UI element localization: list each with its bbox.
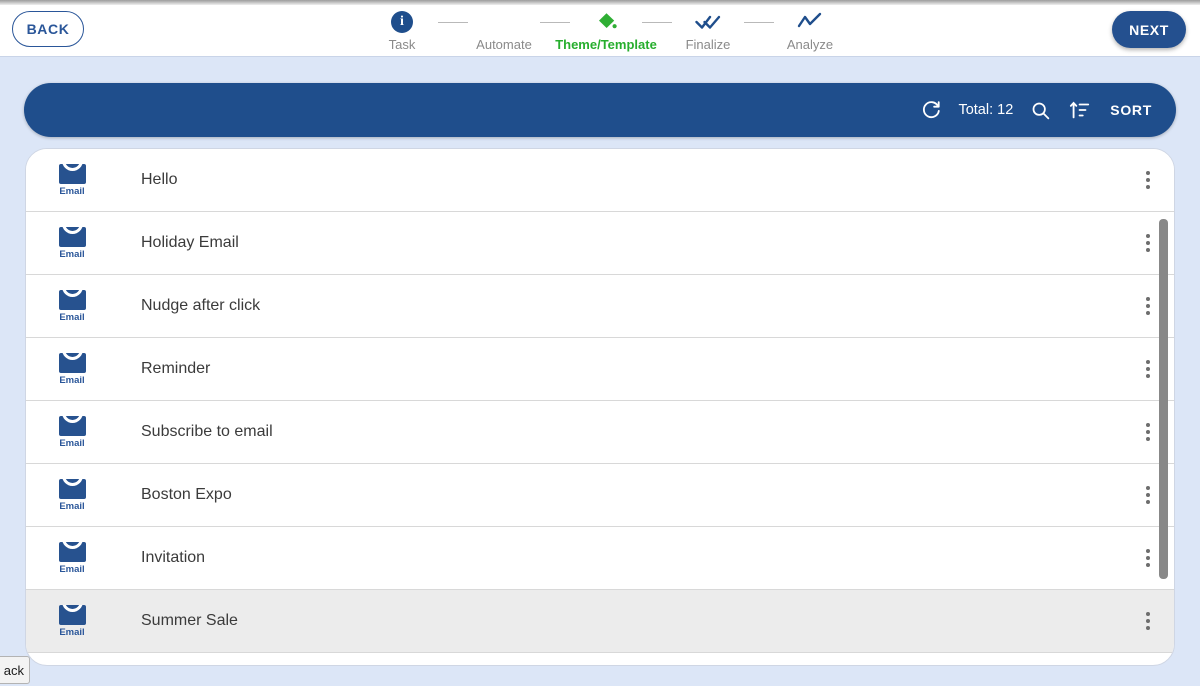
list-item[interactable]: Email Boston Expo [26,464,1174,527]
list-item-type-label: Email [59,374,85,386]
email-type-indicator: Email [26,226,118,260]
stepper-step-finalize[interactable]: Finalize [672,7,744,52]
template-list-scroll-area: Email Email Hello Email Holiday Email Email Nu… [26,149,1174,665]
next-button[interactable]: NEXT [1112,11,1186,48]
info-circle-icon: i [387,9,417,35]
double-check-icon [695,15,721,29]
list-item[interactable]: Email Invitation [26,527,1174,590]
list-item-type-label: Email [59,185,85,197]
stepper-connector [540,22,570,23]
list-item-type-label: Email [59,563,85,575]
list-item[interactable]: Email Subscribe to email [26,401,1174,464]
sort-button[interactable]: SORT [1110,102,1152,118]
list-item[interactable]: Email Holiday Email [26,212,1174,275]
envelope-icon [58,289,86,310]
list-item-title: Reminder [141,360,211,377]
list-item-type-label: Email [59,437,85,449]
list-item-title: Boston Expo [141,486,232,503]
list-item-type-label: Email [59,500,85,512]
list-item-type-label: Email [59,248,85,260]
double-check-icon [693,9,723,35]
stepper-connector [744,22,774,23]
wizard-stepper: i Task Automate Theme/Template Finalize Analy… [366,7,846,57]
stepper-step-label: Task [388,37,416,52]
stepper-step-label: Automate [476,37,532,52]
list-toolbar: Total: 12 SORT [24,83,1176,137]
stepper-connector [438,22,468,23]
browser-back-button[interactable]: ack [0,656,30,684]
list-item-title: Holiday Email [141,234,239,251]
total-count-label: Total: 12 [958,102,1014,118]
email-type-indicator: Email [26,352,118,386]
list-item-type-label: Email [59,311,85,323]
stepper-step-automate[interactable]: Automate [468,7,540,52]
paint-bucket-icon [599,13,617,29]
list-scrollbar[interactable] [1159,151,1168,665]
list-item[interactable]: Email Nudge after click [26,275,1174,338]
list-item-type-label: Email [59,626,85,638]
list-scrollbar-thumb[interactable] [1159,219,1168,579]
stepper-step-theme-template[interactable]: Theme/Template [555,7,657,52]
robot-arm-icon [489,9,519,35]
envelope-icon [58,541,86,562]
paint-bucket-icon [591,9,621,35]
refresh-icon[interactable] [918,97,944,123]
stepper-connector [642,22,672,23]
list-item[interactable]: Email Reminder [26,338,1174,401]
sort-ascending-icon[interactable] [1067,97,1093,123]
envelope-icon [58,604,86,625]
browser-back-label: ack [3,662,24,678]
list-item[interactable]: Email Hello [26,149,1174,212]
stepper-step-task[interactable]: i Task [366,7,438,52]
envelope-icon [58,415,86,436]
next-button-label: NEXT [1129,21,1169,38]
email-type-indicator: Email [26,415,118,449]
info-circle-icon: i [391,11,413,33]
list-item-title: Nudge after click [141,297,261,314]
stepper-step-label: Theme/Template [555,37,657,52]
line-chart-icon [795,9,825,35]
stepper-step-analyze[interactable]: Analyze [774,7,846,52]
email-type-indicator: Email [26,541,118,575]
line-chart-icon [797,12,822,28]
stepper-step-label: Analyze [786,37,834,52]
envelope-icon [58,352,86,373]
email-type-indicator: Email [26,478,118,512]
envelope-icon [58,163,86,184]
envelope-icon [58,478,86,499]
app-header: BACK i Task Automate Theme/Template Finalize… [0,5,1200,57]
list-item[interactable]: Email Summer Sale [26,590,1174,653]
stepper-step-label: Finalize [685,37,731,52]
back-button[interactable]: BACK [12,11,84,47]
template-list-card: Email Email Hello Email Holiday Email Email Nu… [25,148,1175,666]
search-icon[interactable] [1027,97,1053,123]
envelope-icon [58,226,86,247]
email-type-indicator: Email [26,604,118,638]
email-type-indicator: Email [26,289,118,323]
back-button-label: BACK [26,21,70,37]
list-item-title: Subscribe to email [141,423,273,440]
template-list: Email Email Hello Email Holiday Email Email Nu… [26,149,1174,653]
email-type-indicator: Email [26,163,118,197]
list-item-title: Invitation [141,549,206,566]
list-item-title: Hello [141,171,178,188]
list-item-title: Summer Sale [141,612,238,629]
